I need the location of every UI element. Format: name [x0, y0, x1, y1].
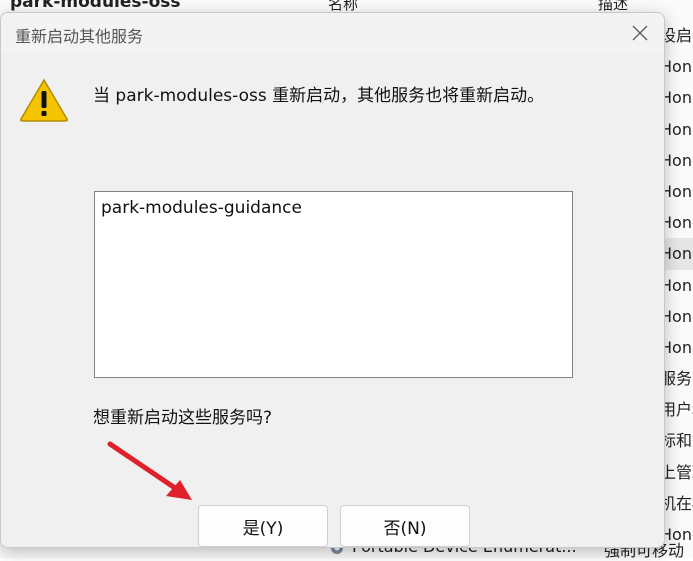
close-icon	[632, 25, 648, 41]
dialog-question: 想重新启动这些服务吗?	[93, 408, 273, 428]
warning-icon	[20, 78, 68, 122]
dialog-title: 重新启动其他服务	[15, 27, 144, 46]
list-item[interactable]: park-modules-guidance	[101, 198, 302, 218]
dependent-services-list[interactable]: park-modules-guidance	[94, 191, 573, 378]
column-selected-service: park-modules-oss	[10, 0, 181, 12]
dialog-content: 当 park-modules-oss 重新启动，其他服务也将重新启动。 park…	[1, 53, 664, 547]
dialog-titlebar[interactable]: 重新启动其他服务	[1, 13, 664, 53]
close-button[interactable]	[621, 17, 659, 49]
restart-services-dialog: 重新启动其他服务 当 park-modules-oss 重新启动，其他服务也将重…	[0, 12, 665, 548]
yes-button[interactable]: 是(Y)	[198, 505, 328, 547]
dialog-message: 当 park-modules-oss 重新启动，其他服务也将重新启动。	[93, 86, 545, 106]
no-button[interactable]: 否(N)	[340, 505, 470, 547]
